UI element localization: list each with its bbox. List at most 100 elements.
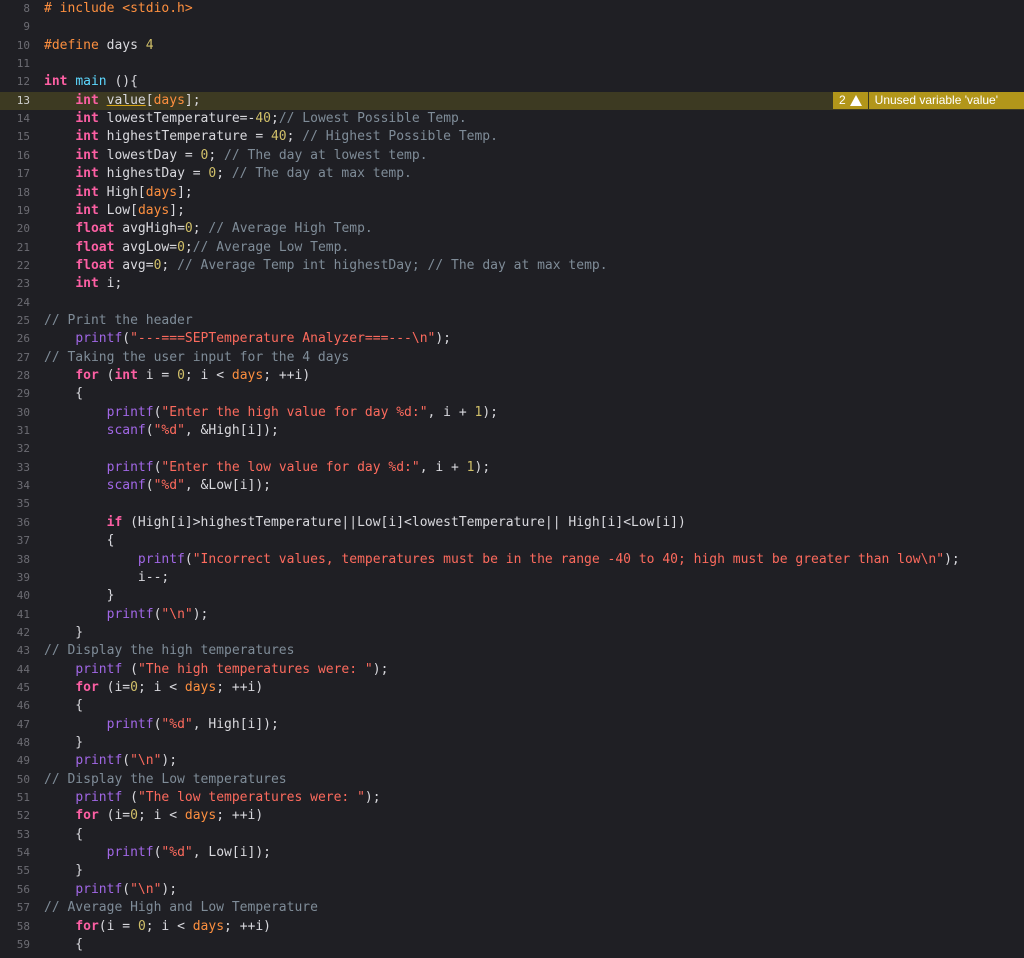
- code-text[interactable]: for (i=0; i < days; ++i): [44, 807, 263, 825]
- code-line[interactable]: 22 float avg=0; // Average Temp int high…: [0, 257, 1024, 275]
- code-line[interactable]: 13 int value[days]; 2 Unused variable 'val…: [0, 91, 1024, 111]
- code-line[interactable]: 38 printf("Incorrect values, temperature…: [0, 551, 1024, 569]
- code-line[interactable]: 40 }: [0, 587, 1024, 605]
- code-line[interactable]: 9: [0, 18, 1024, 36]
- code-text[interactable]: printf("\n");: [44, 606, 209, 624]
- code-line[interactable]: 58 for(i = 0; i < days; ++i): [0, 918, 1024, 936]
- code-line[interactable]: 39 i--;: [0, 569, 1024, 587]
- code-text[interactable]: }: [44, 862, 83, 880]
- code-text[interactable]: int High[days];: [44, 184, 192, 202]
- code-text[interactable]: printf("%d", Low[i]);: [44, 844, 271, 862]
- code-line[interactable]: 14 int lowestTemperature=-40;// Lowest P…: [0, 110, 1024, 128]
- code-text[interactable]: // Display the Low temperatures: [44, 771, 287, 789]
- code-text[interactable]: # include <stdio.h>: [44, 0, 193, 18]
- code-editor[interactable]: 8 # include <stdio.h> 9 10 #define days 4 11 1…: [0, 0, 1024, 958]
- code-text[interactable]: int lowestDay = 0; // The day at lowest …: [44, 147, 427, 165]
- code-line[interactable]: 10 #define days 4: [0, 37, 1024, 55]
- code-text[interactable]: printf("\n");: [44, 881, 177, 899]
- code-text[interactable]: }: [44, 624, 83, 642]
- code-text[interactable]: printf("Enter the high value for day %d:…: [44, 404, 498, 422]
- code-text[interactable]: for(i = 0; i < days; ++i): [44, 918, 271, 936]
- warning-banner[interactable]: 2 Unused variable 'value': [832, 91, 1024, 109]
- code-line[interactable]: 47 printf("%d", High[i]);: [0, 716, 1024, 734]
- code-line[interactable]: 54 printf("%d", Low[i]);: [0, 844, 1024, 862]
- code-text[interactable]: i--;: [44, 569, 169, 587]
- code-text[interactable]: scanf("%d", &High[i]);: [44, 422, 279, 440]
- code-line[interactable]: 36 if (High[i]>highestTemperature||Low[i…: [0, 514, 1024, 532]
- code-line[interactable]: 24: [0, 294, 1024, 312]
- code-text[interactable]: // Taking the user input for the 4 days: [44, 349, 349, 367]
- code-text[interactable]: {: [44, 532, 115, 550]
- code-line[interactable]: 56 printf("\n");: [0, 881, 1024, 899]
- code-line[interactable]: 41 printf("\n");: [0, 606, 1024, 624]
- code-text[interactable]: int main (){: [44, 73, 138, 91]
- code-line[interactable]: 44 printf ("The high temperatures were: …: [0, 661, 1024, 679]
- code-line[interactable]: 8 # include <stdio.h>: [0, 0, 1024, 18]
- code-line[interactable]: 19 int Low[days];: [0, 202, 1024, 220]
- code-line[interactable]: 43 // Display the high temperatures: [0, 642, 1024, 660]
- code-line[interactable]: 20 float avgHigh=0; // Average High Temp…: [0, 220, 1024, 238]
- code-text[interactable]: {: [44, 936, 83, 954]
- code-line[interactable]: 18 int High[days];: [0, 184, 1024, 202]
- code-text[interactable]: for (int i = 0; i < days; ++i): [44, 367, 310, 385]
- code-line[interactable]: 35: [0, 495, 1024, 513]
- code-line[interactable]: 50 // Display the Low temperatures: [0, 771, 1024, 789]
- code-line[interactable]: 30 printf("Enter the high value for day …: [0, 404, 1024, 422]
- code-text[interactable]: }: [44, 734, 83, 752]
- code-line[interactable]: 55 }: [0, 862, 1024, 880]
- code-text[interactable]: if (High[i]>highestTemperature||Low[i]<l…: [44, 514, 686, 532]
- code-text[interactable]: {: [44, 697, 83, 715]
- code-line[interactable]: 59 {: [0, 936, 1024, 954]
- code-line[interactable]: 23 int i;: [0, 275, 1024, 293]
- code-line[interactable]: 27 // Taking the user input for the 4 day…: [0, 349, 1024, 367]
- code-line[interactable]: 12 int main (){: [0, 73, 1024, 91]
- code-text[interactable]: for (i=0; i < days; ++i): [44, 679, 263, 697]
- code-text[interactable]: printf ("The low temperatures were: ");: [44, 789, 380, 807]
- code-line[interactable]: 21 float avgLow=0;// Average Low Temp.: [0, 239, 1024, 257]
- code-line[interactable]: 17 int highestDay = 0; // The day at max…: [0, 165, 1024, 183]
- code-line[interactable]: 46 {: [0, 697, 1024, 715]
- code-text[interactable]: {: [44, 385, 83, 403]
- code-line[interactable]: 34 scanf("%d", &Low[i]);: [0, 477, 1024, 495]
- code-text[interactable]: int highestTemperature = 40; // Highest …: [44, 128, 498, 146]
- code-line[interactable]: 53 {: [0, 826, 1024, 844]
- code-text[interactable]: #define days 4: [44, 37, 154, 55]
- code-text[interactable]: printf("Enter the low value for day %d:"…: [44, 459, 491, 477]
- code-line[interactable]: 29 {: [0, 385, 1024, 403]
- code-text[interactable]: {: [44, 826, 83, 844]
- code-line[interactable]: 11: [0, 55, 1024, 73]
- code-text[interactable]: printf("Incorrect values, temperatures m…: [44, 551, 960, 569]
- code-line[interactable]: 37 {: [0, 532, 1024, 550]
- code-text[interactable]: int lowestTemperature=-40;// Lowest Poss…: [44, 110, 466, 128]
- code-text[interactable]: float avgLow=0;// Average Low Temp.: [44, 239, 349, 257]
- warning-count-badge[interactable]: 2: [832, 91, 868, 109]
- code-text[interactable]: // Display the high temperatures: [44, 642, 294, 660]
- code-line[interactable]: 16 int lowestDay = 0; // The day at lowe…: [0, 147, 1024, 165]
- code-text[interactable]: printf ("The high temperatures were: ");: [44, 661, 388, 679]
- code-text[interactable]: printf("%d", High[i]);: [44, 716, 279, 734]
- code-line[interactable]: 25 // Print the header: [0, 312, 1024, 330]
- code-text[interactable]: printf("\n");: [44, 752, 177, 770]
- code-text[interactable]: float avg=0; // Average Temp int highest…: [44, 257, 607, 275]
- code-line[interactable]: 52 for (i=0; i < days; ++i): [0, 807, 1024, 825]
- code-line[interactable]: 45 for (i=0; i < days; ++i): [0, 679, 1024, 697]
- code-line[interactable]: 33 printf("Enter the low value for day %…: [0, 459, 1024, 477]
- code-text[interactable]: scanf("%d", &Low[i]);: [44, 477, 271, 495]
- code-text[interactable]: int value[days];: [44, 92, 200, 110]
- code-text[interactable]: // Average High and Low Temperature: [44, 899, 318, 917]
- code-line[interactable]: 31 scanf("%d", &High[i]);: [0, 422, 1024, 440]
- code-text[interactable]: int highestDay = 0; // The day at max te…: [44, 165, 412, 183]
- code-text[interactable]: float avgHigh=0; // Average High Temp.: [44, 220, 372, 238]
- code-line[interactable]: 49 printf("\n");: [0, 752, 1024, 770]
- code-text[interactable]: int i;: [44, 275, 122, 293]
- code-line[interactable]: 51 printf ("The low temperatures were: "…: [0, 789, 1024, 807]
- code-text[interactable]: }: [44, 587, 115, 605]
- code-line[interactable]: 32: [0, 440, 1024, 458]
- code-text[interactable]: // Print the header: [44, 312, 193, 330]
- code-line[interactable]: 42 }: [0, 624, 1024, 642]
- code-text[interactable]: int Low[days];: [44, 202, 185, 220]
- code-line[interactable]: 15 int highestTemperature = 40; // Highe…: [0, 128, 1024, 146]
- code-line[interactable]: 57 // Average High and Low Temperature: [0, 899, 1024, 917]
- code-line[interactable]: 26 printf("---===SEPTemperature Analyzer…: [0, 330, 1024, 348]
- code-text[interactable]: printf("---===SEPTemperature Analyzer===…: [44, 330, 451, 348]
